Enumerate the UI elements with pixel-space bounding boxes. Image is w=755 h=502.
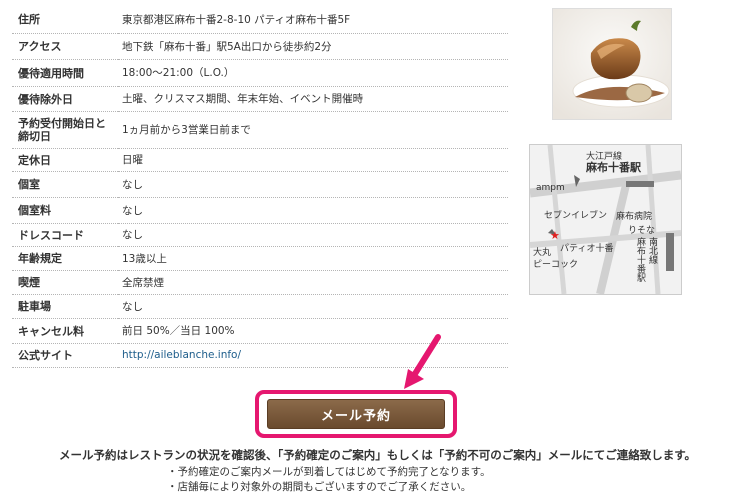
- info-label: 住所: [12, 6, 118, 34]
- info-value: 日曜: [118, 148, 508, 172]
- info-label: 駐車場: [12, 294, 118, 319]
- dish-photo: [552, 8, 672, 120]
- location-map[interactable]: ★ 大江戸線 麻布十番駅 ampm セブンイレブン 麻布病院 りそな パティオ十…: [529, 144, 682, 295]
- info-value: 全席禁煙: [118, 270, 508, 295]
- info-label: 喫煙: [12, 270, 118, 295]
- info-label: ドレスコード: [12, 223, 118, 247]
- map-label-bank: りそな: [628, 226, 656, 236]
- note-item: ・店舗毎により対象外の期間もございますのでご了承ください。: [167, 481, 472, 493]
- info-row-excluded-days: 優待除外日 土曜、クリスマス期間、年末年始、イベント開催時: [12, 86, 508, 112]
- info-label: 年齢規定: [12, 246, 118, 271]
- restaurant-info-table: 住所 東京都港区麻布十番2-8-10 パティオ麻布十番5F アクセス 地下鉄「麻…: [12, 6, 508, 368]
- info-label: 個室料: [12, 197, 118, 224]
- info-label: アクセス: [12, 33, 118, 60]
- info-label: 予約受付開始日と締切日: [12, 111, 118, 149]
- info-label: 優待除外日: [12, 86, 118, 112]
- map-label-peacock: ピーコック: [533, 260, 579, 270]
- map-label-seven: セブンイレブン: [544, 211, 608, 221]
- info-value: 地下鉄「麻布十番」駅5A出口から徒歩約2分: [118, 33, 508, 60]
- info-label: 個室: [12, 171, 118, 198]
- info-row-reservation-window: 予約受付開始日と締切日 1ヵ月前から3営業日前まで: [12, 111, 508, 149]
- info-label: 定休日: [12, 148, 118, 172]
- map-label-patio: パティオ十番: [560, 244, 614, 254]
- map-namboku-line: 南北線: [647, 237, 657, 264]
- info-row-parking: 駐車場 なし: [12, 294, 508, 319]
- info-row-access: アクセス 地下鉄「麻布十番」駅5A出口から徒歩約2分: [12, 33, 508, 60]
- official-site-link[interactable]: http://aileblanche.info/: [122, 349, 241, 361]
- info-row-closed: 定休日 日曜: [12, 148, 508, 172]
- info-label: 優待適用時間: [12, 59, 118, 87]
- info-value: なし: [118, 223, 508, 247]
- map-station-label: 麻布十番駅: [586, 161, 641, 174]
- info-value: 18:00〜21:00（L.O.）: [118, 59, 508, 87]
- info-value: 東京都港区麻布十番2-8-10 パティオ麻布十番5F: [118, 6, 508, 34]
- pointer-arrow-icon: [404, 334, 441, 389]
- info-row-private-room-fee: 個室料 なし: [12, 197, 508, 224]
- map-namboku-station: 麻布十番駅: [635, 237, 645, 282]
- info-value: なし: [118, 294, 508, 319]
- note-item: ・予約確定のご案内メールが到着してはじめて予約完了となります。: [167, 466, 491, 478]
- reserve-button-highlight: メール予約: [255, 390, 457, 438]
- info-row-smoking: 喫煙 全席禁煙: [12, 270, 508, 295]
- info-value: なし: [118, 171, 508, 198]
- svg-text:★: ★: [550, 229, 560, 242]
- info-label: キャンセル料: [12, 318, 118, 344]
- map-label-hospital: 麻布病院: [616, 212, 653, 222]
- info-value: なし: [118, 197, 508, 224]
- info-label: 公式サイト: [12, 343, 118, 368]
- info-value: 前日 50%／当日 100%: [118, 318, 508, 344]
- info-row-hours: 優待適用時間 18:00〜21:00（L.O.）: [12, 59, 508, 87]
- info-value: 土曜、クリスマス期間、年末年始、イベント開催時: [118, 86, 508, 112]
- reservation-notes: ・予約確定のご案内メールが到着してはじめて予約完了となります。 ・店舗毎により対…: [167, 465, 491, 495]
- info-row-private-room: 個室 なし: [12, 171, 508, 198]
- info-value: 1ヵ月前から3営業日前まで: [118, 111, 508, 149]
- email-reserve-button[interactable]: メール予約: [267, 399, 445, 429]
- info-row-address: 住所 東京都港区麻布十番2-8-10 パティオ麻布十番5F: [12, 6, 508, 34]
- reservation-notice: メール予約はレストランの状況を確認後、「予約確定のご案内」もしくは「予約不可のご…: [58, 448, 697, 462]
- info-row-age: 年齢規定 13歳以上: [12, 246, 508, 271]
- info-value: 13歳以上: [118, 246, 508, 271]
- map-label-ampm: ampm: [536, 183, 565, 193]
- info-row-dress-code: ドレスコード なし: [12, 223, 508, 247]
